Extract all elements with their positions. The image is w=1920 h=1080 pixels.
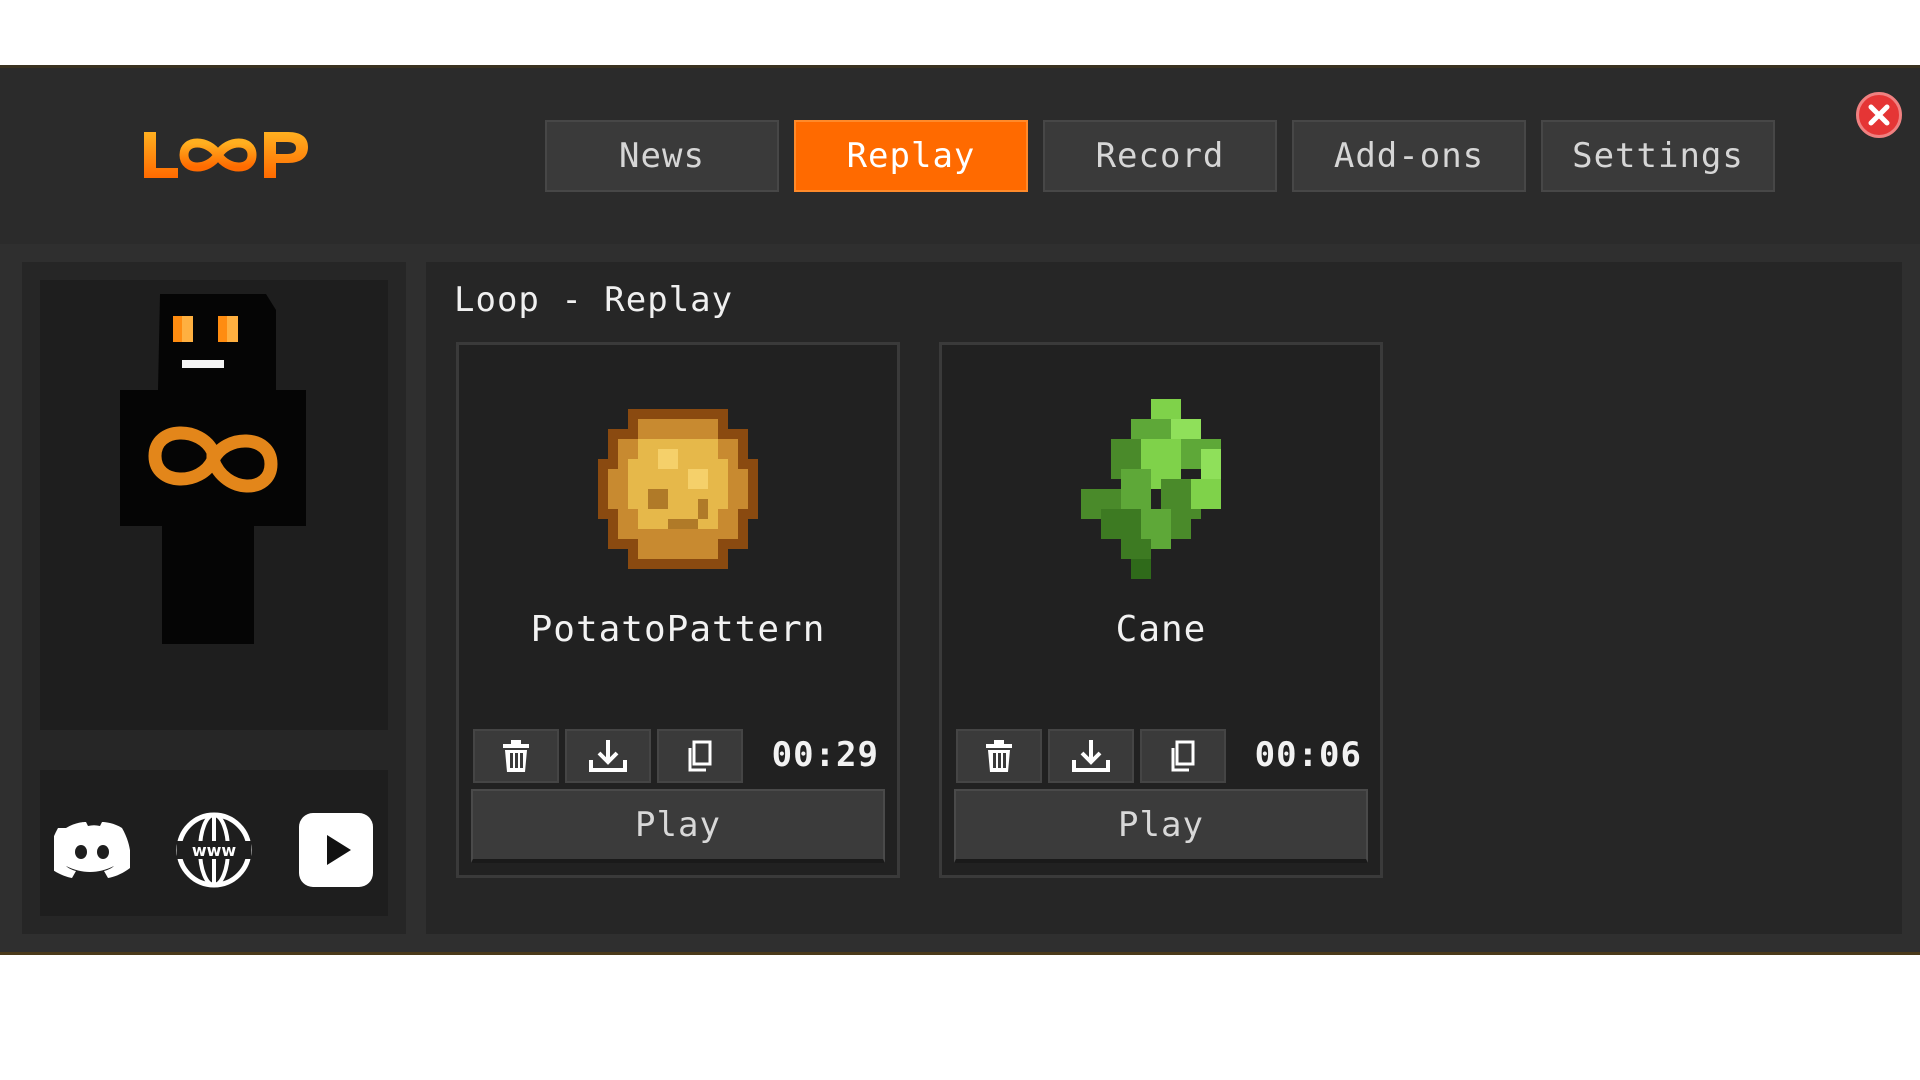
header-bar: News Replay Record Add-ons Settings [0, 68, 1920, 244]
download-button[interactable] [565, 729, 651, 783]
play-button[interactable]: Play [954, 789, 1368, 863]
tab-settings[interactable]: Settings [1541, 120, 1775, 192]
tab-record[interactable]: Record [1043, 120, 1277, 192]
close-button[interactable] [1856, 92, 1902, 138]
replay-duration: 00:06 [1254, 735, 1362, 775]
download-icon [589, 740, 627, 772]
play-button[interactable]: Play [471, 789, 885, 863]
svg-text:www: www [192, 841, 237, 860]
download-icon [1072, 740, 1110, 772]
replay-name: Cane [1115, 609, 1207, 650]
copy-button[interactable] [657, 729, 743, 783]
launcher-window: News Replay Record Add-ons Settings www … [0, 65, 1920, 955]
discord-icon [54, 822, 130, 878]
sidebar: www [22, 262, 406, 934]
youtube-icon [299, 813, 373, 887]
download-button[interactable] [1048, 729, 1134, 783]
youtube-link[interactable] [296, 810, 376, 890]
website-link[interactable]: www [174, 810, 254, 890]
copy-icon [688, 740, 712, 772]
potato-icon [598, 409, 758, 569]
loop-logo [144, 132, 308, 178]
skin-preview [40, 280, 388, 730]
delete-button[interactable] [473, 729, 559, 783]
delete-button[interactable] [956, 729, 1042, 783]
replay-panel: Loop - Replay PotatoPattern 00:29 Play C… [426, 262, 1902, 934]
copy-icon [1171, 740, 1195, 772]
player-skin-image [120, 294, 306, 644]
close-icon [1868, 104, 1890, 126]
sugar-cane-icon [1081, 399, 1221, 579]
tab-addons[interactable]: Add-ons [1292, 120, 1526, 192]
replay-card: PotatoPattern 00:29 Play [456, 342, 900, 878]
replay-duration: 00:29 [771, 735, 879, 775]
copy-button[interactable] [1140, 729, 1226, 783]
tab-replay[interactable]: Replay [794, 120, 1028, 192]
discord-link[interactable] [52, 810, 132, 890]
social-links: www [40, 770, 388, 916]
page-title: Loop - Replay [454, 280, 734, 320]
replay-card: Cane 00:06 Play [939, 342, 1383, 878]
website-icon: www [176, 812, 252, 888]
tab-news[interactable]: News [545, 120, 779, 192]
replay-name: PotatoPattern [530, 609, 826, 650]
trash-icon [503, 740, 529, 772]
trash-icon [986, 740, 1012, 772]
